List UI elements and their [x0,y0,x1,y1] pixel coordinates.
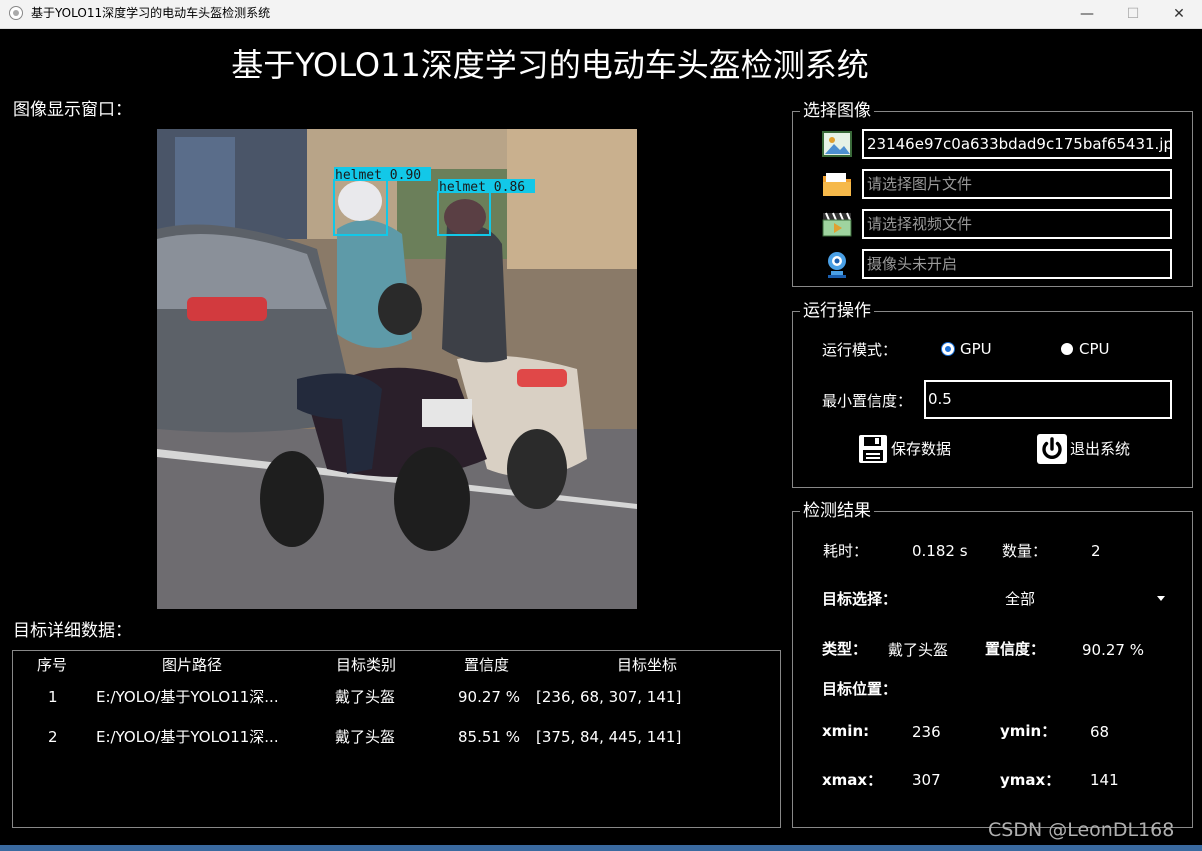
gpu-label[interactable]: GPU [960,339,992,359]
camera-field[interactable]: 摄像头未开启 [862,249,1172,279]
col-header-confidence[interactable]: 置信度 [464,656,509,674]
image-display: helmet 0.90 helmet 0.86 [157,129,637,609]
col-header-class[interactable]: 目标类别 [336,656,396,674]
cell-coords: [236, 68, 307, 141] [536,688,682,706]
gpu-radio[interactable] [942,343,954,355]
image-file-field[interactable]: 23146e97c0a633bdad9c175baf65431.jpg [862,129,1172,159]
cell-class: 戴了头盔 [335,728,396,746]
mode-label: 运行模式： [822,341,898,359]
cell-confidence: 90.27 % [458,688,520,706]
ymin-label: ymin： [1000,722,1057,740]
window-bottom-edge [0,845,1202,851]
details-label: 目标详细数据： [13,621,132,641]
window-titlebar: 基于YOLO11深度学习的电动车头盔检测系统 — ☐ ✕ [0,0,1202,29]
cell-coords: [375, 84, 445, 141] [536,728,682,746]
min-conf-label: 最小置信度： [822,392,913,410]
folder-icon[interactable] [822,169,852,199]
select-image-title: 选择图像 [800,100,874,122]
type-value: 戴了头盔 [888,641,949,659]
min-conf-input[interactable]: 0.5 [924,380,1172,419]
minimize-button[interactable]: — [1064,0,1110,28]
cell-confidence: 85.51 % [458,728,520,746]
target-select-value: 全部 [1005,590,1036,608]
conf-value: 90.27 % [1082,641,1144,659]
exit-label: 退出系统 [1070,440,1131,458]
conf-label: 置信度： [985,640,1046,658]
position-label: 目标位置： [822,680,898,698]
cpu-radio[interactable] [1061,343,1073,355]
target-select-label: 目标选择： [822,590,898,608]
chevron-down-icon [1157,596,1165,601]
image-icon[interactable] [822,129,852,159]
video-field[interactable]: 请选择视频文件 [862,209,1172,239]
cell-index: 1 [48,688,58,706]
cpu-label[interactable]: CPU [1079,339,1110,359]
camera-icon[interactable] [822,249,852,279]
xmin-value: 236 [912,723,941,741]
save-label: 保存数据 [891,440,952,458]
video-icon[interactable] [822,209,852,239]
col-header-path[interactable]: 图片路径 [162,656,222,674]
cell-index: 2 [48,728,58,746]
xmin-label: xmin: [822,722,870,740]
folder-field[interactable]: 请选择图片文件 [862,169,1172,199]
watermark: CSDN @LeonDL168 [988,819,1175,841]
app-title: 基于YOLO11深度学习的电动车头盔检测系统 [231,46,869,84]
type-label: 类型： [822,640,868,658]
cell-path: E:/YOLO/基于YOLO11深... [96,728,279,746]
power-icon [1037,434,1067,464]
close-button[interactable]: ✕ [1156,0,1202,28]
xmax-label: xmax： [822,771,883,789]
time-label: 耗时： [823,542,869,560]
count-value: 2 [1091,542,1101,560]
col-header-index[interactable]: 序号 [37,656,67,674]
maximize-button[interactable]: ☐ [1110,0,1156,28]
save-icon [859,435,887,463]
detection-label-1: helmet 0.90 [335,168,421,183]
operations-title: 运行操作 [800,300,874,322]
window-title: 基于YOLO11深度学习的电动车头盔检测系统 [31,6,271,20]
ymin-value: 68 [1090,723,1110,741]
time-value: 0.182 s [912,542,968,560]
ymax-value: 141 [1090,771,1119,789]
ymax-label: ymax： [1000,771,1061,789]
cell-class: 戴了头盔 [335,688,396,706]
detection-image: helmet 0.90 helmet 0.86 [157,129,637,609]
app-icon [9,6,23,20]
count-label: 数量： [1002,542,1048,560]
col-header-coords[interactable]: 目标坐标 [617,656,677,674]
xmax-value: 307 [912,771,941,789]
cell-path: E:/YOLO/基于YOLO11深... [96,688,279,706]
detection-label-2: helmet 0.86 [439,180,525,195]
image-panel-label: 图像显示窗口： [13,100,132,120]
results-title: 检测结果 [800,500,874,522]
